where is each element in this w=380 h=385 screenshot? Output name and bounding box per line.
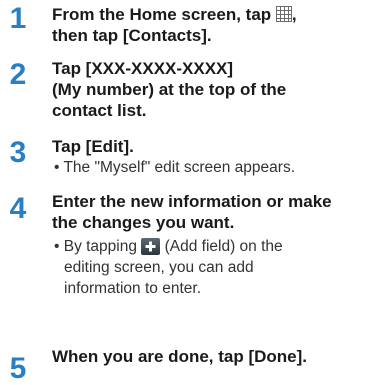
step-title: Tap [XXX-XXXX-XXXX] (My number) at the t… bbox=[52, 58, 377, 121]
apps-grid-icon bbox=[275, 6, 292, 22]
step-title: Enter the new information or make the ch… bbox=[52, 191, 377, 233]
step-title-text: Tap [Edit]. bbox=[52, 137, 134, 156]
step-title-text: the changes you want. bbox=[52, 213, 235, 232]
step-number: 1 bbox=[9, 2, 27, 35]
step-title-text: Tap [XXX-XXXX-XXXX] bbox=[52, 59, 234, 78]
step-number: 2 bbox=[9, 58, 27, 91]
step-title-text: Enter the new information or make bbox=[52, 192, 332, 211]
step-title-text: From the Home screen, tap bbox=[52, 5, 276, 24]
step-note: • The "Myself" edit screen appears. bbox=[54, 159, 296, 176]
step-number: 5 bbox=[9, 352, 27, 385]
step-title-text: (My number) at the top of the bbox=[52, 80, 287, 99]
step-title-text: When you are done, tap [Done]. bbox=[52, 347, 308, 366]
step-title: Tap [Edit]. bbox=[52, 136, 377, 157]
step-title: When you are done, tap [Done]. bbox=[52, 346, 377, 367]
step-note-text: editing screen, you can add bbox=[64, 259, 254, 276]
step-title-text: then tap [Contacts]. bbox=[52, 26, 212, 45]
step-number: 4 bbox=[9, 192, 27, 225]
step-note-text: information to enter. bbox=[64, 280, 201, 297]
step-note: • By tapping (Add field) on the editing … bbox=[54, 236, 374, 299]
step-title: From the Home screen, tap , then tap [Co… bbox=[52, 4, 377, 46]
step-number: 3 bbox=[9, 136, 27, 169]
step-title-text: contact list. bbox=[52, 101, 147, 120]
step-title-text: , bbox=[291, 5, 297, 24]
step-note-text: (Add field) on the bbox=[160, 238, 283, 255]
step-note-text: • By tapping bbox=[54, 238, 142, 255]
add-field-icon bbox=[141, 238, 161, 255]
